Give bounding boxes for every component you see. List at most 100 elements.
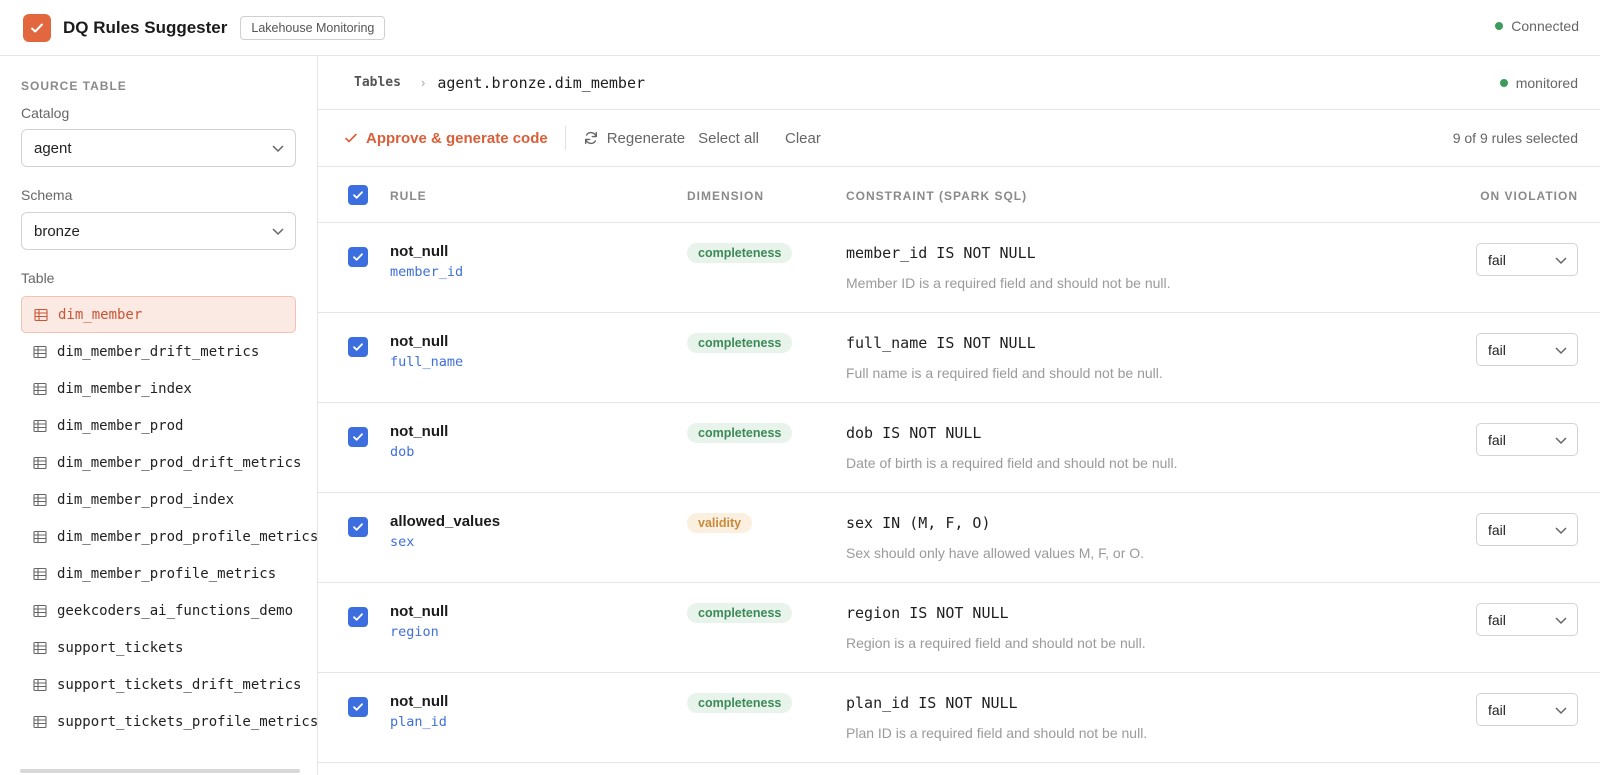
table-item-label: dim_member_index	[57, 380, 192, 397]
select-all-checkbox[interactable]	[348, 185, 368, 205]
catalog-select[interactable]: agent	[21, 129, 296, 167]
select-all-button[interactable]: Select all	[698, 130, 759, 147]
chevron-down-icon	[1555, 437, 1567, 445]
table-icon	[33, 493, 47, 506]
breadcrumb-current: agent.bronze.dim_member	[437, 73, 646, 92]
table-item[interactable]: support_tickets	[21, 629, 317, 666]
rule-name: not_null	[390, 333, 449, 350]
rule-description: Date of birth is a required field and sh…	[846, 455, 1178, 471]
breadcrumb-tables-link[interactable]: Tables	[354, 75, 401, 90]
dimension-badge: completeness	[687, 333, 793, 353]
rule-checkbox[interactable]	[348, 247, 368, 267]
table-icon	[33, 456, 47, 469]
table-item[interactable]: geekcoders_ai_functions_demo	[21, 592, 317, 629]
rule-constraint: sex IN (M, F, O)	[846, 514, 991, 532]
on-violation-value: fail	[1488, 251, 1506, 268]
checkmark-icon	[353, 191, 363, 199]
table-item-label: dim_member_prod_drift_metrics	[57, 454, 302, 471]
main-panel: Tables › agent.bronze.dim_member monitor…	[318, 56, 1600, 775]
table-item[interactable]: dim_member_prod_drift_metrics	[21, 444, 317, 481]
column-header-constraint: CONSTRAINT (SPARK SQL)	[846, 189, 1028, 203]
schema-label: Schema	[21, 187, 73, 203]
schema-select[interactable]: bronze	[21, 212, 296, 250]
table-item[interactable]: dim_member	[21, 296, 296, 333]
chevron-down-icon	[1555, 617, 1567, 625]
table-item[interactable]: support_tickets_drift_metrics	[21, 666, 317, 703]
on-violation-select[interactable]: fail	[1476, 333, 1578, 366]
on-violation-value: fail	[1488, 341, 1506, 358]
table-item[interactable]: dim_member_profile_metrics	[21, 555, 317, 592]
rule-checkbox[interactable]	[348, 427, 368, 447]
regenerate-label: Regenerate	[606, 129, 686, 147]
rule-row: not_null dob completeness dob IS NOT NULL Da…	[318, 403, 1600, 493]
on-violation-select[interactable]: fail	[1476, 243, 1578, 276]
table-item[interactable]: dim_member_prod_index	[21, 481, 317, 518]
on-violation-value: fail	[1488, 701, 1506, 718]
connection-status-label: Connected	[1511, 18, 1579, 34]
monitored-status: monitored	[1499, 75, 1578, 91]
chevron-down-icon	[1555, 347, 1567, 355]
table-item[interactable]: support_tickets_profile_metrics	[21, 703, 318, 740]
rules-table-body: not_null member_id completeness member_id I…	[318, 223, 1600, 763]
rules-table-header: RULE DIMENSION CONSTRAINT (SPARK SQL) ON…	[318, 167, 1600, 223]
rule-constraint: region IS NOT NULL	[846, 604, 1009, 622]
checkmark-icon	[353, 703, 363, 711]
app-badge: Lakehouse Monitoring	[240, 15, 386, 40]
sidebar-heading: SOURCE TABLE	[21, 79, 127, 93]
rule-name: not_null	[390, 423, 449, 440]
table-item-label: support_tickets_profile_metrics	[57, 713, 318, 730]
rule-column: sex	[390, 534, 415, 550]
on-violation-select[interactable]: fail	[1476, 603, 1578, 636]
rule-constraint: dob IS NOT NULL	[846, 424, 982, 442]
rule-column: member_id	[390, 264, 464, 280]
rule-checkbox[interactable]	[348, 697, 368, 717]
checkmark-icon	[353, 523, 363, 531]
chevron-down-icon	[1555, 257, 1567, 265]
rule-column: plan_id	[390, 714, 447, 730]
rule-description: Sex should only have allowed values M, F…	[846, 545, 1145, 561]
sidebar-scrollbar[interactable]	[20, 769, 300, 773]
rule-checkbox[interactable]	[348, 337, 368, 357]
dimension-badge: completeness	[687, 693, 793, 713]
on-violation-value: fail	[1488, 611, 1506, 628]
table-item[interactable]: dim_member_drift_metrics	[21, 333, 317, 370]
rule-name: not_null	[390, 693, 449, 710]
rule-column: full_name	[390, 354, 464, 370]
clear-button[interactable]: Clear	[785, 130, 821, 147]
rule-description: Plan ID is a required field and should n…	[846, 725, 1148, 741]
rule-description: Region is a required field and should no…	[846, 635, 1146, 651]
rule-description: Full name is a required field and should…	[846, 365, 1163, 381]
on-violation-select[interactable]: fail	[1476, 513, 1578, 546]
rules-selected-count: 9 of 9 rules selected	[1452, 130, 1578, 146]
checkmark-icon	[353, 343, 363, 351]
rule-name: allowed_values	[390, 513, 501, 530]
rule-row: not_null member_id completeness member_id I…	[318, 223, 1600, 313]
app-title: DQ Rules Suggester	[63, 17, 228, 37]
checkmark-icon	[353, 433, 363, 441]
approve-generate-button[interactable]: Approve & generate code	[344, 130, 548, 147]
column-header-dimension: DIMENSION	[687, 189, 765, 203]
regenerate-button[interactable]: Regenerate	[583, 130, 685, 147]
table-icon	[33, 567, 47, 580]
table-item[interactable]: dim_member_prod	[21, 407, 317, 444]
chevron-down-icon	[272, 145, 284, 153]
dimension-badge: completeness	[687, 603, 793, 623]
rule-column: region	[390, 624, 439, 640]
rule-checkbox[interactable]	[348, 517, 368, 537]
rule-row: not_null plan_id completeness plan_id IS NO…	[318, 673, 1600, 763]
rule-column: dob	[390, 444, 415, 460]
table-item[interactable]: dim_member_index	[21, 370, 317, 407]
rule-constraint: member_id IS NOT NULL	[846, 244, 1036, 262]
on-violation-select[interactable]: fail	[1476, 423, 1578, 456]
table-item-label: support_tickets	[57, 639, 184, 656]
table-item[interactable]: dim_member_prod_profile_metrics	[21, 518, 317, 555]
rule-checkbox[interactable]	[348, 607, 368, 627]
dimension-badge: validity	[687, 513, 753, 533]
table-icon	[33, 419, 47, 432]
breadcrumb: Tables › agent.bronze.dim_member monitor…	[318, 56, 1600, 110]
table-list: dim_member dim_member_drift_metrics dim_me…	[21, 296, 318, 740]
rule-constraint: plan_id IS NOT NULL	[846, 694, 1018, 712]
refresh-icon	[584, 131, 597, 145]
connection-status: Connected	[1495, 18, 1579, 34]
on-violation-select[interactable]: fail	[1476, 693, 1578, 726]
